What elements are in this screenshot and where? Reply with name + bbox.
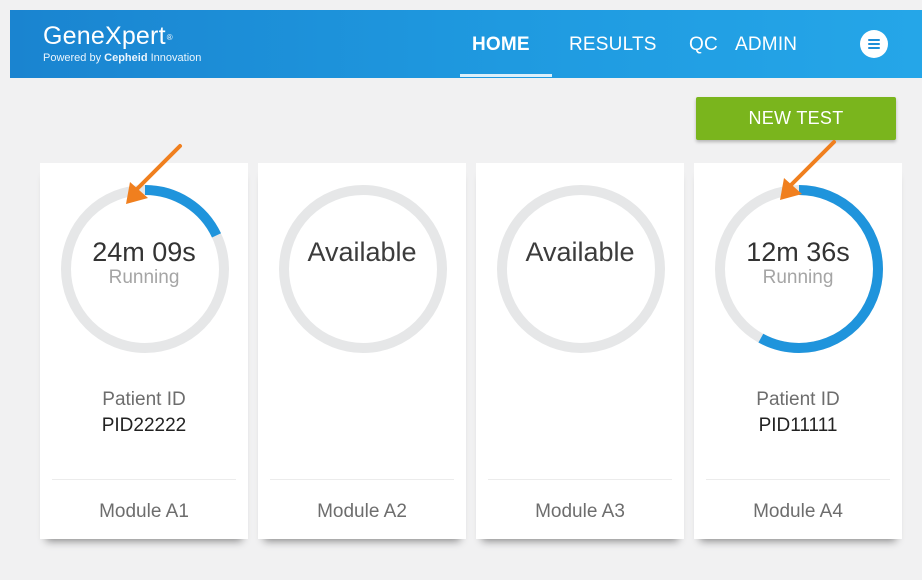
module-name: Module A4: [753, 501, 843, 522]
module-name: Module A1: [99, 501, 189, 522]
genexpert-logo[interactable]: GeneXpert® Powered by Cepheid Innovation: [43, 23, 201, 64]
nav-home[interactable]: HOME: [472, 34, 530, 56]
module-status: Available: [525, 237, 635, 267]
module-card-a2[interactable]: Available Module A2: [258, 163, 466, 539]
divider: [488, 479, 672, 480]
progress-ring: [493, 181, 669, 357]
patient-id-value: PID22222: [101, 415, 187, 436]
annotation-arrow-icon: [126, 144, 182, 204]
module-status: Running: [108, 267, 180, 288]
app-header: GeneXpert® Powered by Cepheid Innovation…: [10, 10, 922, 78]
active-tab-indicator: [460, 74, 552, 77]
module-status: Available: [307, 237, 417, 267]
nav-admin[interactable]: ADMIN: [735, 34, 797, 56]
divider: [52, 479, 236, 480]
nav-qc[interactable]: QC: [689, 34, 718, 56]
trademark-symbol: ®: [166, 33, 173, 42]
brand-tagline: Powered by Cepheid Innovation: [43, 52, 202, 64]
annotation-arrow-icon: [780, 140, 836, 200]
progress-ring: [275, 181, 451, 357]
module-status: Running: [762, 267, 834, 288]
remaining-time: 12m 36s: [746, 237, 850, 267]
patient-id-label: Patient ID: [756, 389, 840, 410]
new-test-button[interactable]: NEW TEST: [696, 97, 896, 140]
nav-results[interactable]: RESULTS: [569, 34, 657, 56]
module-card-a3[interactable]: Available Module A3: [476, 163, 684, 539]
remaining-time: 24m 09s: [92, 237, 196, 267]
module-name: Module A3: [535, 501, 625, 522]
menu-icon[interactable]: [860, 30, 888, 58]
module-card-a1[interactable]: 24m 09s Running Patient ID PID22222 Modu…: [40, 163, 248, 539]
patient-id-label: Patient ID: [102, 389, 186, 410]
module-name: Module A2: [317, 501, 407, 522]
module-card-a4[interactable]: 12m 36s Running Patient ID PID11111 Modu…: [694, 163, 902, 539]
divider: [270, 479, 454, 480]
divider: [706, 479, 890, 480]
brand-name: GeneXpert: [43, 22, 166, 50]
patient-id-value: PID11111: [758, 415, 838, 436]
